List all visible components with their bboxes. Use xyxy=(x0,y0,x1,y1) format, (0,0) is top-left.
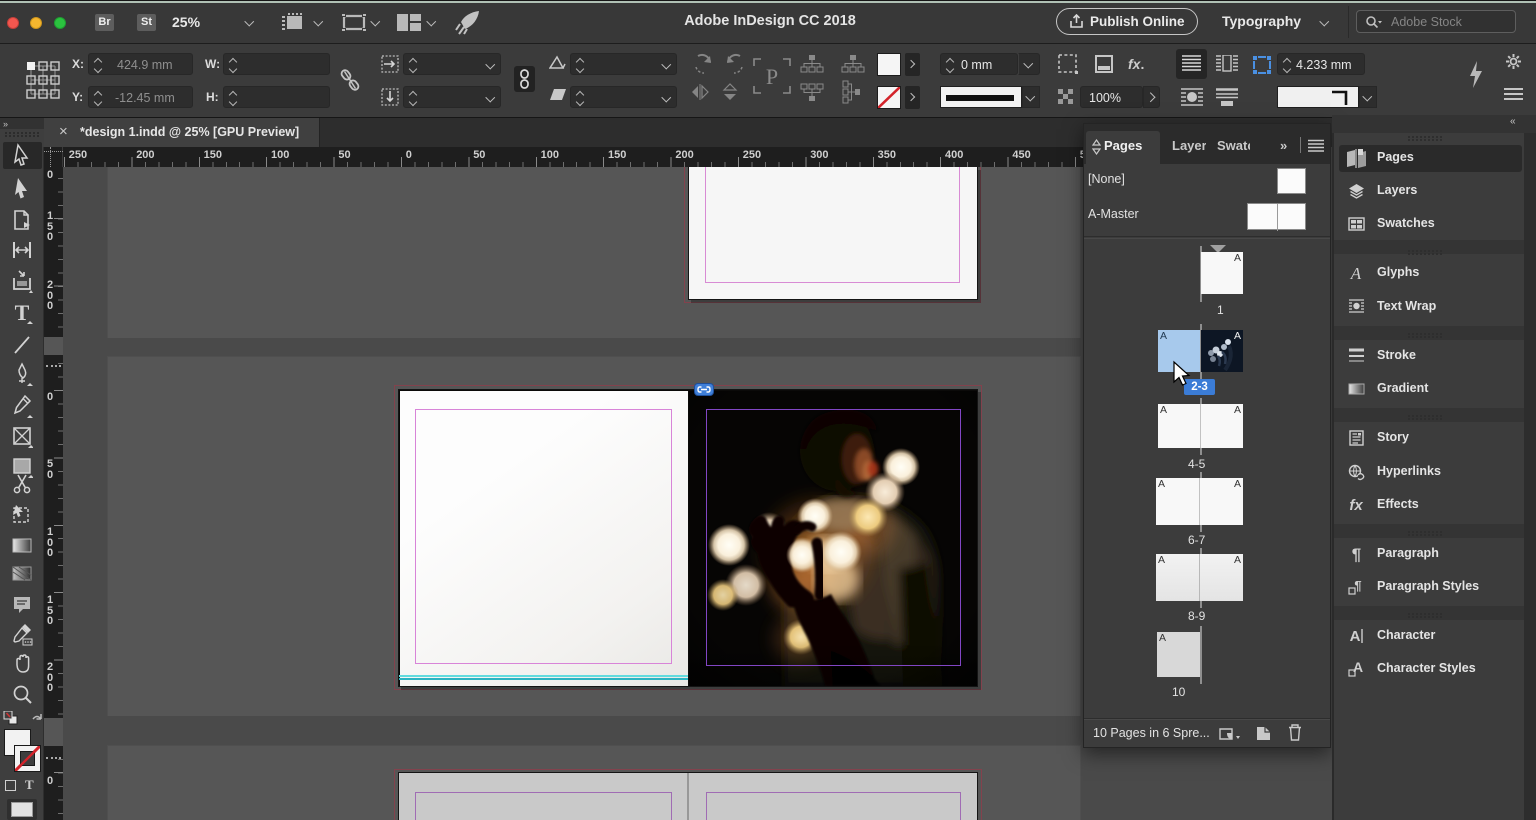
svg-text:fx: fx xyxy=(1349,497,1363,514)
svg-text:A: A xyxy=(1350,628,1361,645)
svg-text:T: T xyxy=(15,300,30,324)
svg-text:¶: ¶ xyxy=(1352,545,1361,563)
svg-text:A: A xyxy=(1350,264,1362,282)
svg-text:P: P xyxy=(766,64,778,89)
